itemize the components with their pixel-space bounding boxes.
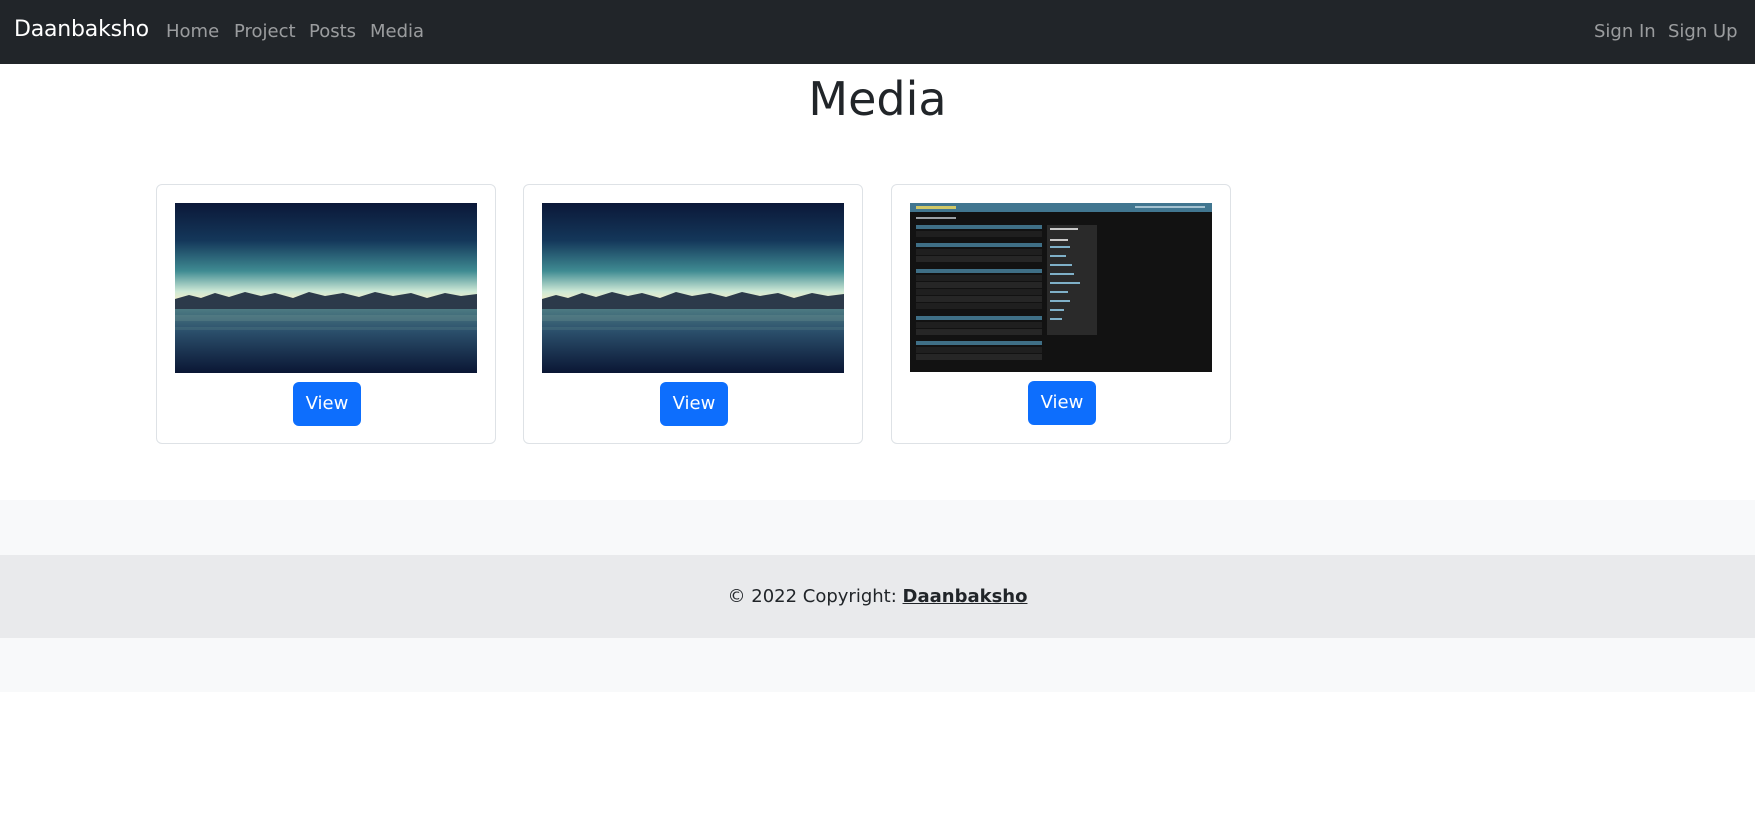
copyright-bar: © 2022 Copyright: Daanbaksho: [0, 555, 1755, 638]
brand-link[interactable]: Daanbaksho: [14, 17, 149, 42]
view-button[interactable]: View: [293, 382, 361, 426]
django-admin-screenshot-image[interactable]: [910, 203, 1212, 372]
night-lake-landscape-image[interactable]: [175, 203, 477, 373]
view-button[interactable]: View: [1028, 381, 1096, 425]
nav-link-posts[interactable]: Posts: [309, 21, 356, 42]
media-card: View: [523, 184, 863, 444]
media-card: View: [156, 184, 496, 444]
nav-link-home[interactable]: Home: [166, 21, 219, 42]
copyright-link[interactable]: Daanbaksho: [903, 586, 1028, 607]
nav-link-media[interactable]: Media: [370, 21, 424, 42]
sign-up-link[interactable]: Sign Up: [1668, 21, 1738, 42]
top-navbar: Daanbaksho Home Project Posts Media Sign…: [0, 0, 1755, 64]
night-lake-landscape-image[interactable]: [542, 203, 844, 373]
media-card: View: [891, 184, 1231, 444]
view-button[interactable]: View: [660, 382, 728, 426]
copyright-text: © 2022 Copyright:: [727, 586, 903, 607]
nav-link-project[interactable]: Project: [234, 21, 296, 42]
sign-in-link[interactable]: Sign In: [1594, 21, 1656, 42]
page-title: Media: [808, 72, 947, 126]
